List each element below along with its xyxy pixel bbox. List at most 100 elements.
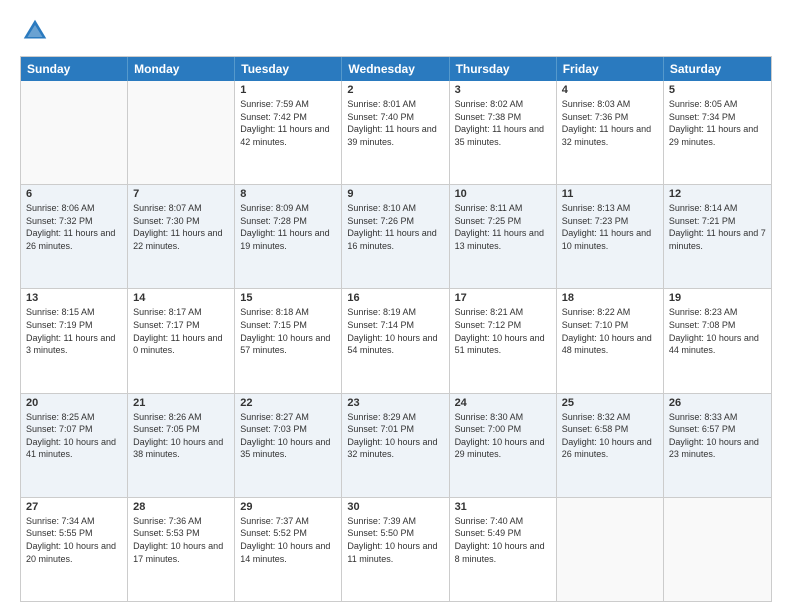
cell-day-number: 24	[455, 397, 551, 409]
cell-sun-info: Sunrise: 8:19 AM Sunset: 7:14 PM Dayligh…	[347, 306, 443, 356]
cell-day-number: 16	[347, 292, 443, 304]
cell-sun-info: Sunrise: 8:03 AM Sunset: 7:36 PM Dayligh…	[562, 98, 658, 148]
logo	[20, 16, 54, 46]
cal-cell-day-26: 26 Sunrise: 8:33 AM Sunset: 6:57 PM Dayli…	[664, 394, 771, 497]
day-header-monday: Monday	[128, 57, 235, 81]
cal-cell-empty	[664, 498, 771, 601]
cell-day-number: 7	[133, 188, 229, 200]
day-header-saturday: Saturday	[664, 57, 771, 81]
cal-cell-day-27: 27Sunrise: 7:34 AM Sunset: 5:55 PM Dayli…	[21, 498, 128, 601]
cell-day-number: 30	[347, 501, 443, 513]
day-header-thursday: Thursday	[450, 57, 557, 81]
cal-cell-day-1: 1 Sunrise: 7:59 AM Sunset: 7:42 PM Daylig…	[235, 81, 342, 184]
cell-day-number: 20	[26, 397, 122, 409]
cal-cell-day-18: 18Sunrise: 8:22 AM Sunset: 7:10 PM Dayli…	[557, 289, 664, 392]
calendar-week-2: 6 Sunrise: 8:06 AM Sunset: 7:32 PM Daylig…	[21, 185, 771, 289]
day-header-friday: Friday	[557, 57, 664, 81]
cell-sun-info: Sunrise: 8:07 AM Sunset: 7:30 PM Dayligh…	[133, 202, 229, 252]
logo-icon	[20, 16, 50, 46]
cal-cell-day-4: 4 Sunrise: 8:03 AM Sunset: 7:36 PM Daylig…	[557, 81, 664, 184]
cal-cell-day-5: 5Sunrise: 8:05 AM Sunset: 7:34 PM Daylig…	[664, 81, 771, 184]
cell-sun-info: Sunrise: 8:14 AM Sunset: 7:21 PM Dayligh…	[669, 202, 766, 252]
cell-day-number: 13	[26, 292, 122, 304]
cal-cell-day-11: 11 Sunrise: 8:13 AM Sunset: 7:23 PM Dayli…	[557, 185, 664, 288]
cell-sun-info: Sunrise: 7:39 AM Sunset: 5:50 PM Dayligh…	[347, 515, 443, 565]
cal-cell-day-7: 7 Sunrise: 8:07 AM Sunset: 7:30 PM Daylig…	[128, 185, 235, 288]
cell-day-number: 18	[562, 292, 658, 304]
day-header-tuesday: Tuesday	[235, 57, 342, 81]
cal-cell-day-9: 9 Sunrise: 8:10 AM Sunset: 7:26 PM Daylig…	[342, 185, 449, 288]
cell-sun-info: Sunrise: 8:21 AM Sunset: 7:12 PM Dayligh…	[455, 306, 551, 356]
cell-day-number: 4	[562, 84, 658, 96]
cal-cell-day-2: 2 Sunrise: 8:01 AM Sunset: 7:40 PM Daylig…	[342, 81, 449, 184]
cell-day-number: 12	[669, 188, 766, 200]
calendar-body: 1 Sunrise: 7:59 AM Sunset: 7:42 PM Daylig…	[21, 81, 771, 601]
cell-day-number: 21	[133, 397, 229, 409]
cell-sun-info: Sunrise: 8:15 AM Sunset: 7:19 PM Dayligh…	[26, 306, 122, 356]
cal-cell-day-31: 31 Sunrise: 7:40 AM Sunset: 5:49 PM Dayli…	[450, 498, 557, 601]
cell-sun-info: Sunrise: 8:23 AM Sunset: 7:08 PM Dayligh…	[669, 306, 766, 356]
header	[20, 16, 772, 46]
cell-day-number: 31	[455, 501, 551, 513]
cal-cell-day-30: 30 Sunrise: 7:39 AM Sunset: 5:50 PM Dayli…	[342, 498, 449, 601]
cal-cell-day-17: 17 Sunrise: 8:21 AM Sunset: 7:12 PM Dayli…	[450, 289, 557, 392]
cell-sun-info: Sunrise: 8:06 AM Sunset: 7:32 PM Dayligh…	[26, 202, 122, 252]
cell-sun-info: Sunrise: 7:59 AM Sunset: 7:42 PM Dayligh…	[240, 98, 336, 148]
cal-cell-empty	[128, 81, 235, 184]
cal-cell-day-25: 25 Sunrise: 8:32 AM Sunset: 6:58 PM Dayli…	[557, 394, 664, 497]
cell-day-number: 28	[133, 501, 229, 513]
cal-cell-day-21: 21 Sunrise: 8:26 AM Sunset: 7:05 PM Dayli…	[128, 394, 235, 497]
cell-day-number: 19	[669, 292, 766, 304]
cell-sun-info: Sunrise: 8:05 AM Sunset: 7:34 PM Dayligh…	[669, 98, 766, 148]
day-headers: SundayMondayTuesdayWednesdayThursdayFrid…	[21, 57, 771, 81]
cal-cell-day-24: 24 Sunrise: 8:30 AM Sunset: 7:00 PM Dayli…	[450, 394, 557, 497]
calendar-week-4: 20 Sunrise: 8:25 AM Sunset: 7:07 PM Dayli…	[21, 394, 771, 498]
cal-cell-day-15: 15Sunrise: 8:18 AM Sunset: 7:15 PM Dayli…	[235, 289, 342, 392]
day-header-sunday: Sunday	[21, 57, 128, 81]
cell-day-number: 1	[240, 84, 336, 96]
cell-day-number: 22	[240, 397, 336, 409]
cal-cell-day-22: 22Sunrise: 8:27 AM Sunset: 7:03 PM Dayli…	[235, 394, 342, 497]
cell-day-number: 2	[347, 84, 443, 96]
cal-cell-day-12: 12 Sunrise: 8:14 AM Sunset: 7:21 PM Dayli…	[664, 185, 771, 288]
cell-sun-info: Sunrise: 7:36 AM Sunset: 5:53 PM Dayligh…	[133, 515, 229, 565]
cell-day-number: 14	[133, 292, 229, 304]
cal-cell-day-13: 13 Sunrise: 8:15 AM Sunset: 7:19 PM Dayli…	[21, 289, 128, 392]
cal-cell-day-20: 20 Sunrise: 8:25 AM Sunset: 7:07 PM Dayli…	[21, 394, 128, 497]
calendar: SundayMondayTuesdayWednesdayThursdayFrid…	[20, 56, 772, 602]
cell-day-number: 11	[562, 188, 658, 200]
cal-cell-day-28: 28 Sunrise: 7:36 AM Sunset: 5:53 PM Dayli…	[128, 498, 235, 601]
calendar-week-5: 27Sunrise: 7:34 AM Sunset: 5:55 PM Dayli…	[21, 498, 771, 601]
day-header-wednesday: Wednesday	[342, 57, 449, 81]
cal-cell-empty	[21, 81, 128, 184]
cell-sun-info: Sunrise: 8:01 AM Sunset: 7:40 PM Dayligh…	[347, 98, 443, 148]
cell-day-number: 9	[347, 188, 443, 200]
cell-sun-info: Sunrise: 8:29 AM Sunset: 7:01 PM Dayligh…	[347, 411, 443, 461]
cell-day-number: 26	[669, 397, 766, 409]
cell-day-number: 25	[562, 397, 658, 409]
cal-cell-day-16: 16 Sunrise: 8:19 AM Sunset: 7:14 PM Dayli…	[342, 289, 449, 392]
cal-cell-day-19: 19 Sunrise: 8:23 AM Sunset: 7:08 PM Dayli…	[664, 289, 771, 392]
cell-sun-info: Sunrise: 8:10 AM Sunset: 7:26 PM Dayligh…	[347, 202, 443, 252]
cell-sun-info: Sunrise: 8:13 AM Sunset: 7:23 PM Dayligh…	[562, 202, 658, 252]
cell-day-number: 29	[240, 501, 336, 513]
cell-sun-info: Sunrise: 8:26 AM Sunset: 7:05 PM Dayligh…	[133, 411, 229, 461]
calendar-week-1: 1 Sunrise: 7:59 AM Sunset: 7:42 PM Daylig…	[21, 81, 771, 185]
cal-cell-day-8: 8Sunrise: 8:09 AM Sunset: 7:28 PM Daylig…	[235, 185, 342, 288]
cell-sun-info: Sunrise: 8:17 AM Sunset: 7:17 PM Dayligh…	[133, 306, 229, 356]
cell-day-number: 15	[240, 292, 336, 304]
cell-sun-info: Sunrise: 8:25 AM Sunset: 7:07 PM Dayligh…	[26, 411, 122, 461]
cal-cell-day-29: 29 Sunrise: 7:37 AM Sunset: 5:52 PM Dayli…	[235, 498, 342, 601]
cell-sun-info: Sunrise: 7:37 AM Sunset: 5:52 PM Dayligh…	[240, 515, 336, 565]
cal-cell-day-3: 3Sunrise: 8:02 AM Sunset: 7:38 PM Daylig…	[450, 81, 557, 184]
cell-sun-info: Sunrise: 8:33 AM Sunset: 6:57 PM Dayligh…	[669, 411, 766, 461]
cell-day-number: 6	[26, 188, 122, 200]
cell-day-number: 3	[455, 84, 551, 96]
cell-sun-info: Sunrise: 8:30 AM Sunset: 7:00 PM Dayligh…	[455, 411, 551, 461]
cell-sun-info: Sunrise: 7:40 AM Sunset: 5:49 PM Dayligh…	[455, 515, 551, 565]
cal-cell-day-23: 23Sunrise: 8:29 AM Sunset: 7:01 PM Dayli…	[342, 394, 449, 497]
cell-day-number: 17	[455, 292, 551, 304]
cell-day-number: 27	[26, 501, 122, 513]
cell-sun-info: Sunrise: 8:32 AM Sunset: 6:58 PM Dayligh…	[562, 411, 658, 461]
cal-cell-day-6: 6 Sunrise: 8:06 AM Sunset: 7:32 PM Daylig…	[21, 185, 128, 288]
